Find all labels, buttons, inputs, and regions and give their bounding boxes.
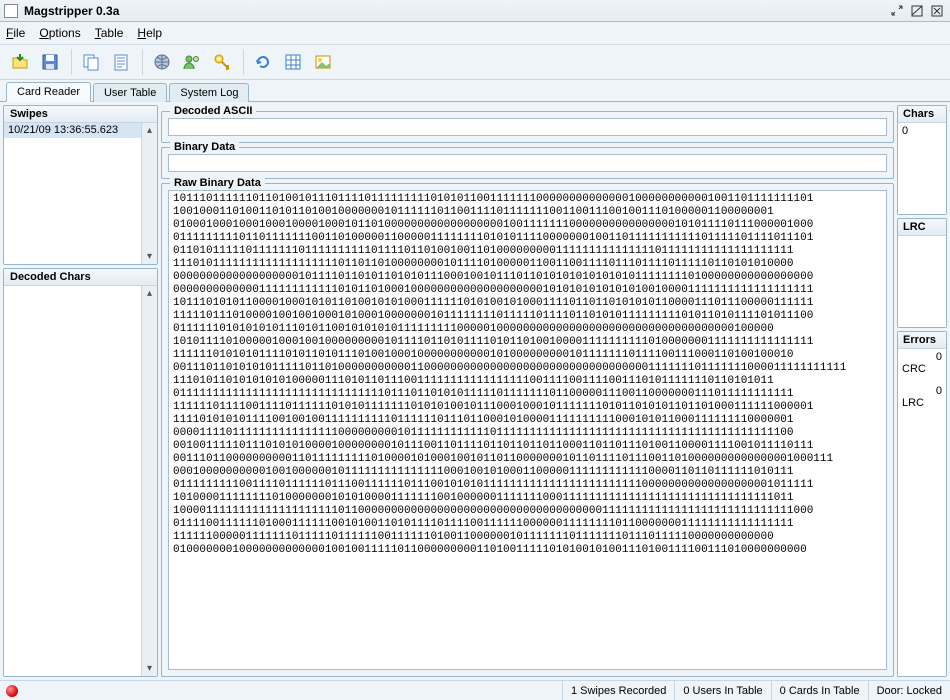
copy-button[interactable] xyxy=(77,48,105,76)
left-column: Swipes 10/21/09 13:36:55.623 ▴ ▾ Decoded… xyxy=(3,105,158,677)
tab-system-log[interactable]: System Log xyxy=(169,83,249,102)
content-area: Swipes 10/21/09 13:36:55.623 ▴ ▾ Decoded… xyxy=(0,102,950,680)
scrollbar[interactable]: ▴ ▾ xyxy=(141,286,157,676)
crc-count: 0 xyxy=(902,351,942,363)
key-button[interactable] xyxy=(208,48,236,76)
lrc-body xyxy=(898,236,946,327)
scroll-down-icon[interactable]: ▾ xyxy=(147,251,152,262)
users-button[interactable] xyxy=(178,48,206,76)
scrollbar[interactable]: ▴ ▾ xyxy=(141,123,157,264)
grid-button[interactable] xyxy=(279,48,307,76)
toolbar-separator xyxy=(243,49,244,75)
maximize-button[interactable] xyxy=(908,3,926,19)
status-bar: 1 Swipes Recorded 0 Users In Table 0 Car… xyxy=(0,680,950,700)
error-lrc: 0 LRC xyxy=(898,383,946,417)
lrc-label: LRC xyxy=(902,397,942,409)
lrc-panel: LRC xyxy=(897,218,947,328)
middle-column: Decoded ASCII Binary Data Raw Binary Dat… xyxy=(161,105,897,677)
scroll-down-icon[interactable]: ▾ xyxy=(147,663,152,674)
decoded-ascii-group: Decoded ASCII xyxy=(161,111,894,143)
tab-bar: Card Reader User Table System Log xyxy=(0,80,950,102)
errors-panel: Errors 0 CRC 0 LRC xyxy=(897,331,947,677)
decoded-chars-title: Decoded Chars xyxy=(4,269,157,286)
picture-button[interactable] xyxy=(309,48,337,76)
binary-data-group: Binary Data xyxy=(161,147,894,179)
minimize-inner-button[interactable] xyxy=(888,3,906,19)
status-users: 0 Users In Table xyxy=(674,681,770,700)
scroll-up-icon[interactable]: ▴ xyxy=(147,288,152,299)
status-indicator xyxy=(0,681,26,700)
status-dot-icon xyxy=(6,685,18,697)
toolbar-separator xyxy=(71,49,72,75)
raw-binary-text[interactable]: 1011101111110110100101110111101111111110… xyxy=(168,190,887,670)
errors-title: Errors xyxy=(898,332,946,349)
status-cards: 0 Cards In Table xyxy=(771,681,868,700)
chars-title: Chars xyxy=(898,106,946,123)
error-crc: 0 CRC xyxy=(898,349,946,383)
window-title: Magstripper 0.3a xyxy=(24,4,119,18)
decoded-ascii-label: Decoded ASCII xyxy=(170,105,256,117)
swipes-title: Swipes xyxy=(4,106,157,123)
menu-options[interactable]: Options xyxy=(39,26,80,40)
crc-label: CRC xyxy=(902,363,942,375)
menu-table[interactable]: Table xyxy=(95,26,124,40)
binary-data-input[interactable] xyxy=(168,154,887,172)
scroll-up-icon[interactable]: ▴ xyxy=(147,125,152,136)
status-swipes: 1 Swipes Recorded xyxy=(562,681,674,700)
raw-binary-group: Raw Binary Data 101110111111011010010111… xyxy=(161,183,894,677)
chars-value: 0 xyxy=(898,123,946,214)
open-button[interactable] xyxy=(6,48,34,76)
globe-button[interactable] xyxy=(148,48,176,76)
swipe-row[interactable]: 10/21/09 13:36:55.623 xyxy=(4,123,157,138)
status-door: Door: Locked xyxy=(868,681,950,700)
decoded-chars-panel: Decoded Chars ▴ ▾ xyxy=(3,268,158,677)
chars-panel: Chars 0 xyxy=(897,105,947,215)
toolbar-separator xyxy=(142,49,143,75)
paste-button[interactable] xyxy=(107,48,135,76)
decoded-ascii-input[interactable] xyxy=(168,118,887,136)
menu-help[interactable]: Help xyxy=(137,26,162,40)
tab-card-reader[interactable]: Card Reader xyxy=(6,82,91,102)
binary-data-label: Binary Data xyxy=(170,141,239,153)
raw-binary-label: Raw Binary Data xyxy=(170,177,265,189)
app-icon xyxy=(4,4,18,18)
close-button[interactable] xyxy=(928,3,946,19)
title-bar: Magstripper 0.3a xyxy=(0,0,950,22)
tab-user-table[interactable]: User Table xyxy=(93,83,167,102)
errors-body: 0 CRC 0 LRC xyxy=(898,349,946,676)
right-column: Chars 0 LRC Errors 0 CRC 0 LRC xyxy=(897,105,947,677)
swipes-panel: Swipes 10/21/09 13:36:55.623 ▴ ▾ xyxy=(3,105,158,265)
lrc-count: 0 xyxy=(902,385,942,397)
refresh-button[interactable] xyxy=(249,48,277,76)
toolbar xyxy=(0,44,950,80)
menu-file[interactable]: File xyxy=(6,26,25,40)
menu-bar: File Options Table Help xyxy=(0,22,950,44)
save-button[interactable] xyxy=(36,48,64,76)
lrc-title: LRC xyxy=(898,219,946,236)
